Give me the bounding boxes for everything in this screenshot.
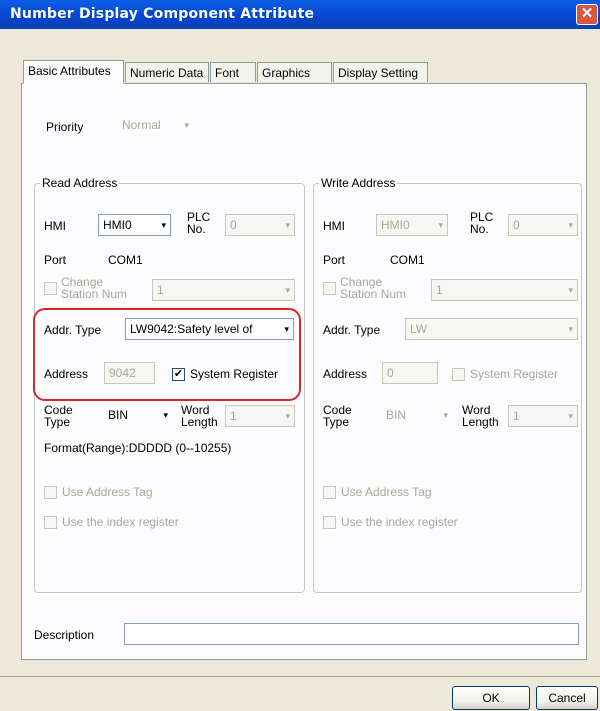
description-input[interactable] [124, 623, 579, 645]
read-hmi-select[interactable]: HMI0 ▾ [98, 214, 171, 236]
tab-numeric-data[interactable]: Numeric Data [125, 62, 209, 82]
close-icon[interactable]: ✕ [576, 4, 598, 25]
write-hmi-label: HMI [323, 219, 345, 233]
read-port-value: COM1 [108, 253, 143, 267]
read-use-address-tag-label: Use Address Tag [62, 485, 153, 499]
priority-select[interactable]: Normal ▾ [118, 115, 193, 137]
write-address-legend: Write Address [319, 176, 398, 190]
write-change-station-value: 1 [436, 283, 443, 297]
chevron-down-icon: ▾ [443, 410, 448, 420]
chevron-down-icon: ▾ [161, 220, 166, 230]
read-plc-select[interactable]: 0 ▾ [225, 214, 295, 236]
read-change-station-checkbox[interactable] [44, 282, 57, 295]
write-word-length-select[interactable]: 1 ▾ [508, 405, 578, 427]
cancel-button[interactable]: Cancel [536, 686, 598, 710]
chevron-down-icon: ▾ [568, 324, 573, 334]
read-use-index-register-label: Use the index register [62, 515, 179, 529]
chevron-down-icon: ▾ [285, 220, 290, 230]
chevron-down-icon: ▾ [568, 411, 573, 421]
read-address-legend: Read Address [40, 176, 120, 190]
read-format-text: Format(Range):DDDDD (0--10255) [44, 441, 232, 455]
read-word-length-label: Word Length [181, 403, 218, 429]
write-address-input[interactable]: 0 [382, 362, 438, 384]
description-label: Description [34, 628, 95, 642]
write-plc-value: 0 [513, 218, 520, 232]
read-code-type-value: BIN [108, 408, 129, 422]
chevron-down-icon: ▾ [184, 120, 189, 130]
read-change-station-value: 1 [157, 283, 164, 297]
write-code-type-label: Code Type [323, 403, 352, 429]
write-address-group [313, 183, 582, 593]
write-addr-type-label: Addr. Type [323, 323, 381, 337]
write-code-type-select[interactable]: BIN ▾ [382, 405, 452, 427]
write-change-station-label: Change Station Num [340, 275, 407, 301]
write-address-label: Address [323, 367, 368, 381]
write-system-register-checkbox[interactable] [452, 368, 465, 381]
read-port-label: Port [44, 253, 67, 267]
read-use-index-register-checkbox[interactable] [44, 516, 57, 529]
write-hmi-select[interactable]: HMI0 ▾ [376, 214, 448, 236]
read-use-address-tag-checkbox[interactable] [44, 486, 57, 499]
priority-label: Priority [46, 120, 84, 134]
write-port-label: Port [323, 253, 346, 267]
write-code-type-value: BIN [386, 408, 407, 422]
chevron-down-icon: ▾ [285, 285, 290, 295]
priority-value: Normal [122, 118, 161, 132]
write-change-station-checkbox[interactable] [323, 282, 336, 295]
write-hmi-value: HMI0 [381, 218, 410, 232]
chevron-down-icon: ▾ [285, 411, 290, 421]
write-use-index-register-label: Use the index register [341, 515, 458, 529]
read-plc-value: 0 [230, 218, 237, 232]
write-plc-label: PLC No. [470, 210, 494, 236]
read-word-length-select[interactable]: 1 ▾ [225, 405, 295, 427]
highlight-annotation [33, 308, 301, 401]
divider [0, 676, 600, 677]
chevron-down-icon: ▾ [163, 410, 168, 420]
read-word-length-value: 1 [230, 409, 237, 423]
tab-graphics[interactable]: Graphics [257, 62, 332, 82]
read-code-type-select[interactable]: BIN ▾ [104, 405, 172, 427]
read-plc-label: PLC No. [187, 210, 211, 236]
write-port-value: COM1 [390, 253, 425, 267]
tab-font[interactable]: Font [210, 62, 256, 82]
read-code-type-label: Code Type [44, 403, 73, 429]
tab-display-setting[interactable]: Display Setting [333, 62, 428, 82]
read-change-station-select[interactable]: 1 ▾ [152, 279, 295, 301]
write-word-length-value: 1 [513, 409, 520, 423]
tab-basic-attributes[interactable]: Basic Attributes [23, 60, 124, 84]
write-addr-type-select[interactable]: LW ▾ [405, 318, 578, 340]
write-plc-select[interactable]: 0 ▾ [508, 214, 578, 236]
read-hmi-label: HMI [44, 219, 66, 233]
write-use-address-tag-checkbox[interactable] [323, 486, 336, 499]
window-title: Number Display Component Attribute [10, 6, 315, 22]
ok-button[interactable]: OK [452, 686, 530, 710]
chevron-down-icon: ▾ [568, 285, 573, 295]
write-word-length-label: Word Length [462, 403, 499, 429]
read-hmi-value: HMI0 [103, 218, 132, 232]
read-change-station-label: Change Station Num [61, 275, 128, 301]
chevron-down-icon: ▾ [438, 220, 443, 230]
write-use-address-tag-label: Use Address Tag [341, 485, 432, 499]
write-use-index-register-checkbox[interactable] [323, 516, 336, 529]
write-addr-type-value: LW [410, 322, 428, 336]
chevron-down-icon: ▾ [568, 220, 573, 230]
write-change-station-select[interactable]: 1 ▾ [431, 279, 578, 301]
write-system-register-label: System Register [470, 367, 559, 381]
